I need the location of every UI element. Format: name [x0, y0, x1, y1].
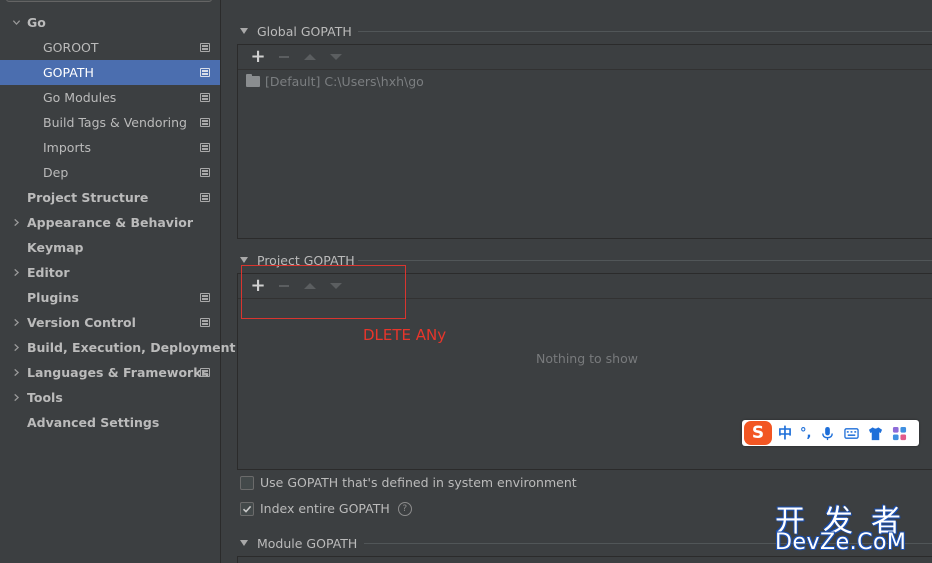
skin-shirt-icon[interactable]: [867, 425, 883, 441]
chevron-right-icon[interactable]: [10, 385, 22, 410]
sidebar-item-label: Imports: [43, 140, 91, 155]
project-level-icon: [200, 143, 210, 152]
sidebar-item-go[interactable]: Go: [0, 10, 220, 35]
sidebar-item-label: Advanced Settings: [27, 415, 160, 430]
global-gopath-header[interactable]: Global GOPATH: [240, 23, 352, 39]
project-level-icon: [200, 43, 210, 52]
sidebar-item-imports[interactable]: Imports: [0, 135, 220, 160]
gopath-settings-panel: Global GOPATH + [Default] C:\Users\hxh\g…: [222, 0, 932, 563]
add-button[interactable]: +: [245, 47, 271, 67]
project-level-icon: [200, 93, 210, 102]
project-level-icon: [200, 293, 210, 302]
collapse-triangle-icon: [240, 28, 248, 34]
sidebar-item-editor[interactable]: Editor: [0, 260, 220, 285]
sidebar-item-label: Go: [27, 15, 46, 30]
sogou-logo-icon[interactable]: S: [744, 421, 772, 445]
collapse-triangle-icon: [240, 257, 248, 263]
project-level-icon: [200, 318, 210, 327]
watermark-site-text: DevZe.CoM: [775, 530, 907, 555]
global-gopath-toolbar: +: [238, 45, 932, 70]
section-divider: [358, 260, 932, 261]
sidebar-item-goroot[interactable]: GOROOT: [0, 35, 220, 60]
remove-button[interactable]: [271, 47, 297, 67]
list-item[interactable]: [Default] C:\Users\hxh\go: [246, 74, 424, 89]
help-icon[interactable]: ?: [397, 501, 412, 516]
microphone-icon[interactable]: [819, 425, 835, 441]
sidebar-item-label: Build, Execution, Deployment: [27, 340, 236, 355]
settings-search-field[interactable]: [6, 0, 212, 2]
module-gopath-title: Module GOPATH: [257, 535, 358, 551]
plus-icon: +: [250, 46, 266, 67]
minus-icon: [279, 56, 289, 58]
ime-mode-toggle[interactable]: 中: [778, 423, 792, 443]
collapse-triangle-icon: [240, 540, 248, 546]
use-system-gopath-checkbox[interactable]: [240, 475, 254, 490]
arrow-down-icon: [330, 54, 342, 60]
section-divider: [358, 31, 932, 32]
move-down-button[interactable]: [323, 47, 349, 67]
sidebar-item-label: Go Modules: [43, 90, 117, 105]
ime-punctuation-toggle[interactable]: °,: [800, 426, 811, 441]
chevron-right-icon[interactable]: [10, 360, 22, 385]
sidebar-item-label: Languages & Frameworks: [27, 365, 209, 380]
global-gopath-list[interactable]: + [Default] C:\Users\hxh\go: [237, 44, 932, 239]
index-entire-gopath-option[interactable]: Index entire GOPATH ?: [240, 501, 412, 516]
global-gopath-title: Global GOPATH: [257, 23, 352, 39]
sidebar-item-dep[interactable]: Dep: [0, 160, 220, 185]
sidebar-item-tools[interactable]: Tools: [0, 385, 220, 410]
sidebar-item-build-tags-vendoring[interactable]: Build Tags & Vendoring: [0, 110, 220, 135]
sidebar-item-plugins[interactable]: Plugins: [0, 285, 220, 310]
annotation-highlight-box: [241, 265, 406, 319]
module-gopath-list[interactable]: [237, 556, 932, 563]
sidebar-item-label: Editor: [27, 265, 70, 280]
sidebar-item-label: Keymap: [27, 240, 84, 255]
watermark: 开发者 DevZe.CoM: [775, 496, 925, 556]
sidebar-item-label: Appearance & Behavior: [27, 215, 193, 230]
sidebar-item-languages-frameworks[interactable]: Languages & Frameworks: [0, 360, 220, 385]
index-entire-gopath-label: Index entire GOPATH: [260, 501, 390, 516]
empty-list-text: Nothing to show: [536, 351, 638, 366]
project-level-icon: [200, 168, 210, 177]
settings-sidebar: Go GOROOT GOPATH Go Modules Build Tags & Ven…: [0, 0, 235, 563]
chevron-right-icon[interactable]: [10, 210, 22, 235]
gopath-entry: [Default] C:\Users\hxh\go: [265, 74, 424, 89]
arrow-up-icon: [304, 54, 316, 60]
sidebar-item-label: Dep: [43, 165, 69, 180]
chevron-right-icon[interactable]: [10, 260, 22, 285]
sidebar-item-label: Build Tags & Vendoring: [43, 115, 187, 130]
folder-icon: [246, 74, 260, 87]
keyboard-icon[interactable]: [843, 425, 859, 441]
sidebar-item-label: GOROOT: [43, 40, 99, 55]
project-level-icon: [200, 118, 210, 127]
project-level-icon: [200, 368, 210, 377]
sidebar-item-label: Plugins: [27, 290, 79, 305]
sidebar-item-appearance-behavior[interactable]: Appearance & Behavior: [0, 210, 220, 235]
sidebar-item-go-modules[interactable]: Go Modules: [0, 85, 220, 110]
annotation-text: DLETE ANy: [363, 326, 447, 344]
checkmark-icon: [242, 505, 252, 513]
sidebar-item-label: Version Control: [27, 315, 136, 330]
sidebar-item-project-structure[interactable]: Project Structure: [0, 185, 220, 210]
index-entire-gopath-checkbox[interactable]: [240, 501, 254, 516]
sidebar-item-label: Project Structure: [27, 190, 149, 205]
sidebar-item-advanced-settings[interactable]: Advanced Settings: [0, 410, 220, 435]
module-gopath-header[interactable]: Module GOPATH: [240, 535, 357, 551]
sidebar-item-keymap[interactable]: Keymap: [0, 235, 220, 260]
sidebar-item-label: Tools: [27, 390, 63, 405]
chevron-down-icon[interactable]: [10, 10, 22, 35]
chevron-right-icon[interactable]: [10, 310, 22, 335]
move-up-button[interactable]: [297, 47, 323, 67]
sidebar-item-label: GOPATH: [43, 65, 94, 80]
sidebar-item-version-control[interactable]: Version Control: [0, 310, 220, 335]
use-system-gopath-option[interactable]: Use GOPATH that's defined in system envi…: [240, 475, 577, 490]
toolbox-grid-icon[interactable]: [891, 425, 907, 441]
use-system-gopath-label: Use GOPATH that's defined in system envi…: [260, 475, 577, 490]
project-level-icon: [200, 193, 210, 202]
chevron-right-icon[interactable]: [10, 335, 22, 360]
sidebar-item-gopath[interactable]: GOPATH: [0, 60, 220, 85]
ime-toolbar: S 中 °,: [742, 420, 919, 446]
sidebar-item-build-execution-deployment[interactable]: Build, Execution, Deployment: [0, 335, 235, 360]
project-level-icon: [200, 68, 210, 77]
